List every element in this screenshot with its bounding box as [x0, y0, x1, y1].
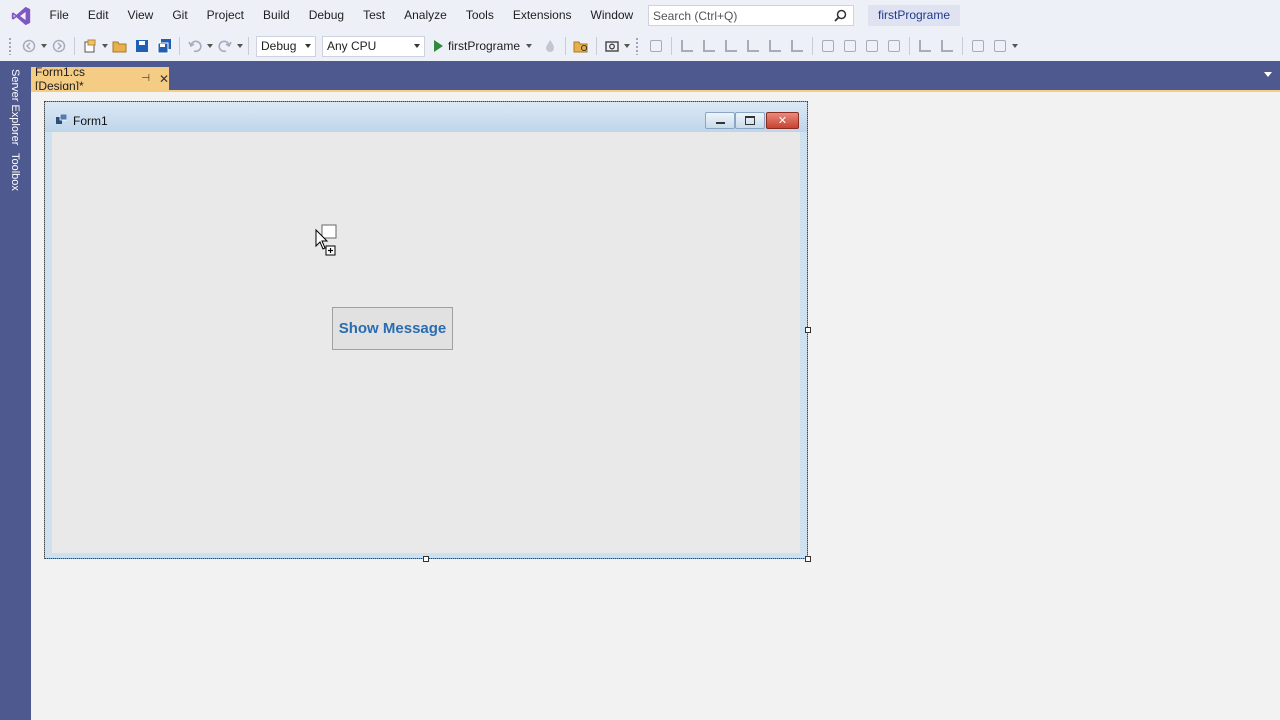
- resize-handle-bottom-right[interactable]: [805, 556, 811, 562]
- toolbar-separator: [671, 37, 673, 55]
- search-input[interactable]: [653, 8, 823, 23]
- run-target-dropdown-icon[interactable]: [525, 35, 533, 57]
- search-box[interactable]: [648, 5, 854, 26]
- menu-bar: File Edit View Git Project Build Debug T…: [0, 0, 1280, 31]
- menu-window[interactable]: Window: [581, 0, 643, 31]
- open-folder-icon[interactable]: [109, 35, 131, 57]
- solution-configuration-value: Debug: [261, 39, 297, 53]
- align-bottoms-icon[interactable]: [786, 35, 808, 57]
- align-to-grid-icon[interactable]: [645, 35, 667, 57]
- undo-dropdown-icon[interactable]: [206, 35, 214, 57]
- redo-icon[interactable]: [214, 35, 236, 57]
- align-centers-icon[interactable]: [698, 35, 720, 57]
- toolbar-separator: [248, 37, 249, 55]
- size-to-grid-icon[interactable]: [883, 35, 905, 57]
- menu-project[interactable]: Project: [197, 0, 253, 31]
- start-debugging-button[interactable]: firstPrograme: [428, 35, 539, 57]
- solution-name-badge[interactable]: firstPrograme: [868, 5, 961, 26]
- make-same-width-icon[interactable]: [817, 35, 839, 57]
- navigate-forward-icon[interactable]: [48, 35, 70, 57]
- new-project-icon[interactable]: [79, 35, 101, 57]
- close-button[interactable]: ✕: [766, 112, 799, 129]
- solution-configuration-select[interactable]: Debug: [256, 35, 316, 57]
- camera-icon[interactable]: [601, 35, 623, 57]
- form-client-area[interactable]: Show Message: [52, 132, 800, 553]
- make-same-size-icon[interactable]: [861, 35, 883, 57]
- toolbar-separator: [74, 37, 75, 55]
- align-rights-icon[interactable]: [720, 35, 742, 57]
- menu-debug[interactable]: Debug: [299, 0, 353, 31]
- document-tab-bar: Form1.cs [Design]* ⊣ ✕: [31, 61, 1280, 93]
- send-to-back-icon[interactable]: [989, 35, 1011, 57]
- menu-view[interactable]: View: [118, 0, 163, 31]
- drag-copy-cursor-icon: [315, 224, 337, 256]
- align-middles-icon[interactable]: [764, 35, 786, 57]
- visual-studio-logo-icon[interactable]: [10, 5, 32, 27]
- minimize-button[interactable]: [705, 112, 735, 129]
- menu-tools[interactable]: Tools: [456, 0, 503, 31]
- search-icon[interactable]: [834, 9, 847, 22]
- horizontal-spacing-icon[interactable]: [914, 35, 936, 57]
- menu-test[interactable]: Test: [354, 0, 395, 31]
- server-explorer-tab[interactable]: Server Explorer: [9, 69, 21, 145]
- vertical-spacing-icon[interactable]: [936, 35, 958, 57]
- align-lefts-icon[interactable]: [676, 35, 698, 57]
- toolbar-overflow-icon[interactable]: [1011, 35, 1019, 57]
- run-target-label: firstPrograme: [448, 39, 521, 53]
- toolbox-tab[interactable]: Toolbox: [9, 153, 21, 191]
- form-title-bar[interactable]: Form1 ✕: [45, 102, 807, 132]
- pin-tab-icon[interactable]: ⊣: [141, 73, 150, 84]
- tab-form1-design[interactable]: Form1.cs [Design]* ⊣ ✕: [31, 64, 169, 93]
- toolbar-separator: [565, 37, 567, 55]
- standard-toolbar: Debug Any CPU firstPrograme: [0, 31, 1280, 61]
- bring-to-front-icon[interactable]: [967, 35, 989, 57]
- tab-list-dropdown-icon[interactable]: [1264, 72, 1272, 77]
- menu-edit[interactable]: Edit: [78, 0, 118, 31]
- toolbar-separator: [962, 37, 964, 55]
- menu-build[interactable]: Build: [254, 0, 300, 31]
- save-all-icon[interactable]: [153, 35, 175, 57]
- new-project-dropdown-icon[interactable]: [101, 35, 109, 57]
- toolbar-separator: [596, 37, 598, 55]
- tab-label: Form1.cs [Design]*: [35, 64, 86, 93]
- close-tab-icon[interactable]: ✕: [159, 72, 169, 86]
- solution-platform-value: Any CPU: [327, 39, 377, 53]
- make-same-height-icon[interactable]: [839, 35, 861, 57]
- menu-git[interactable]: Git: [163, 0, 197, 31]
- play-icon: [434, 40, 443, 52]
- toolbar-separator: [909, 37, 911, 55]
- form-icon: [56, 114, 67, 124]
- find-in-files-icon[interactable]: [570, 35, 592, 57]
- toolbar-grip[interactable]: [635, 37, 640, 55]
- menu-analyze[interactable]: Analyze: [395, 0, 457, 31]
- resize-handle-right[interactable]: [805, 327, 811, 333]
- camera-dropdown-icon[interactable]: [623, 35, 631, 57]
- resize-handle-bottom[interactable]: [423, 556, 429, 562]
- maximize-button[interactable]: [735, 112, 765, 129]
- align-tops-icon[interactable]: [742, 35, 764, 57]
- side-tool-strip: Server Explorer Toolbox: [0, 61, 31, 720]
- toolbar-grip[interactable]: [8, 37, 12, 55]
- undo-icon[interactable]: [184, 35, 206, 57]
- hot-reload-icon[interactable]: [539, 35, 561, 57]
- solution-platform-select[interactable]: Any CPU: [322, 35, 425, 57]
- navigate-back-dropdown-icon[interactable]: [40, 35, 48, 57]
- menu-extensions[interactable]: Extensions: [503, 0, 581, 31]
- toolbar-separator: [812, 37, 814, 55]
- navigate-back-icon[interactable]: [18, 35, 40, 57]
- show-message-button[interactable]: Show Message: [332, 307, 453, 350]
- form-title: Form1: [73, 114, 108, 128]
- redo-dropdown-icon[interactable]: [236, 35, 244, 57]
- toolbar-separator: [179, 37, 180, 55]
- save-icon[interactable]: [131, 35, 153, 57]
- form1-designer-window[interactable]: Form1 ✕ Show Message: [44, 101, 808, 559]
- menu-file[interactable]: File: [40, 0, 78, 31]
